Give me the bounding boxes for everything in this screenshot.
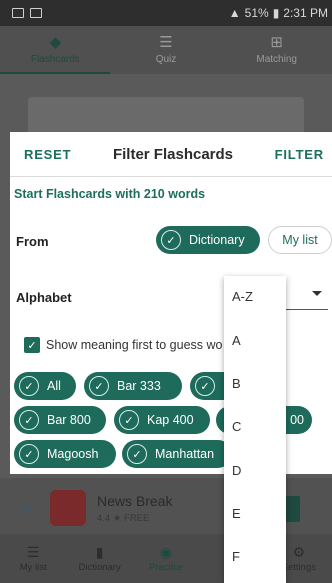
dialog-header: RESET Filter Flashcards FILTER — [10, 132, 332, 176]
from-option-my-list[interactable]: My list — [268, 226, 332, 254]
tab-label: Matching — [256, 54, 297, 65]
check-icon: ✓ — [19, 410, 39, 430]
check-icon: ✓ — [19, 444, 39, 464]
ad-price: FREE — [124, 513, 150, 524]
dropdown-option-e[interactable]: E — [232, 506, 241, 521]
list-icon: ☰ — [159, 34, 173, 51]
chip-kap-400[interactable]: ✓ Kap 400 — [114, 406, 210, 434]
chip-magoosh[interactable]: ✓ Magoosh — [14, 440, 116, 468]
nav-label: Dictionary — [78, 561, 121, 573]
check-icon: ✓ — [161, 230, 181, 250]
grid-icon: ⊞ — [270, 34, 283, 51]
reset-button[interactable]: RESET — [24, 147, 71, 162]
tab-quiz[interactable]: ☰ Quiz — [111, 26, 222, 74]
chip-label: Bar 800 — [47, 413, 91, 427]
check-icon: ✓ — [119, 410, 139, 430]
checkbox-checked-icon[interactable]: ✓ — [24, 337, 40, 353]
nav-label: My list — [19, 561, 47, 573]
word-count-text: Start Flashcards with 210 words — [14, 187, 206, 201]
check-icon: ✓ — [127, 444, 147, 464]
notification-icons — [12, 8, 42, 18]
signal-icon: ▲ — [228, 6, 241, 20]
nav-dictionary[interactable]: ▮ Dictionary — [66, 534, 132, 583]
pill-label: My list — [282, 233, 318, 247]
chip-label: All — [47, 379, 61, 393]
dropdown-option-a-z[interactable]: A-Z — [232, 289, 253, 304]
gear-icon: ⚙ — [292, 543, 306, 560]
checkbox-label: Show meaning first to guess wo — [46, 338, 223, 352]
gamepad-icon: ◉ — [159, 543, 173, 560]
chip-manhattan[interactable]: ✓ Manhattan — [122, 440, 232, 468]
divider — [10, 176, 332, 177]
tab-label: Quiz — [155, 54, 177, 65]
tab-flashcards[interactable]: ◆ Flashcards — [0, 26, 111, 74]
nav-label: Practice — [148, 561, 184, 573]
dropdown-option-f[interactable]: F — [232, 549, 240, 564]
chip-bar-333[interactable]: ✓ Bar 333 — [84, 372, 182, 400]
dropdown-option-d[interactable]: D — [232, 463, 241, 478]
layers-icon: ◆ — [49, 34, 62, 51]
chip-label: Magoosh — [47, 447, 99, 461]
from-label: From — [16, 234, 49, 249]
battery-icon: ▮ — [272, 6, 280, 20]
chip-label: Kap 400 — [147, 413, 194, 427]
chip-label: Bar 333 — [117, 379, 161, 393]
status-bar: ▲ 51% ▮ 2:31 PM — [0, 0, 332, 26]
clock: 2:31 PM — [283, 6, 328, 20]
list-icon: ☰ — [26, 543, 40, 560]
book-icon: ▮ — [95, 543, 104, 560]
show-meaning-option[interactable]: ✓ Show meaning first to guess wo — [24, 337, 222, 353]
chip-label: Manhattan — [155, 447, 215, 461]
news-break-logo — [50, 490, 86, 526]
nav-practice[interactable]: ◉ Practice — [133, 534, 199, 583]
dialog-title: Filter Flashcards — [112, 145, 234, 163]
tab-matching[interactable]: ⊞ Matching — [221, 26, 332, 74]
top-tab-bar: ◆ Flashcards ☰ Quiz ⊞ Matching — [0, 26, 332, 74]
alphabet-label: Alphabet — [16, 290, 72, 305]
pill-label: Dictionary — [189, 233, 245, 247]
nav-label: Settings — [281, 561, 316, 573]
battery-level: 51% — [244, 6, 269, 20]
check-icon: ✓ — [19, 376, 39, 396]
dropdown-arrow-icon — [312, 291, 322, 296]
chip-bar-800[interactable]: ✓ Bar 800 — [14, 406, 106, 434]
dropdown-option-a[interactable]: A — [232, 333, 241, 348]
background-card — [28, 97, 304, 137]
ad-rating-price: 4.4 ★ FREE — [97, 513, 149, 524]
from-option-dictionary[interactable]: ✓ Dictionary — [156, 226, 260, 254]
chip-all[interactable]: ✓ All — [14, 372, 76, 400]
nav-my-list[interactable]: ☰ My list — [0, 534, 66, 583]
tab-label: Flashcards — [30, 54, 80, 65]
filter-button[interactable]: FILTER — [275, 147, 324, 162]
image-notification-icon — [12, 8, 24, 18]
dropdown-option-c[interactable]: C — [232, 419, 241, 434]
alphabet-dropdown-list: A-Z A B C D E F — [224, 276, 286, 583]
check-icon: ✓ — [89, 376, 109, 396]
dropdown-option-b[interactable]: B — [232, 376, 241, 391]
ad-choices-icon[interactable]: ▷ — [24, 502, 32, 515]
check-icon: ✓ — [195, 376, 215, 396]
photo-notification-icon — [30, 8, 42, 18]
ad-title: News Break — [97, 493, 173, 509]
ad-rating: 4.4 ★ — [97, 513, 122, 524]
chip-label: 00 — [290, 413, 304, 427]
